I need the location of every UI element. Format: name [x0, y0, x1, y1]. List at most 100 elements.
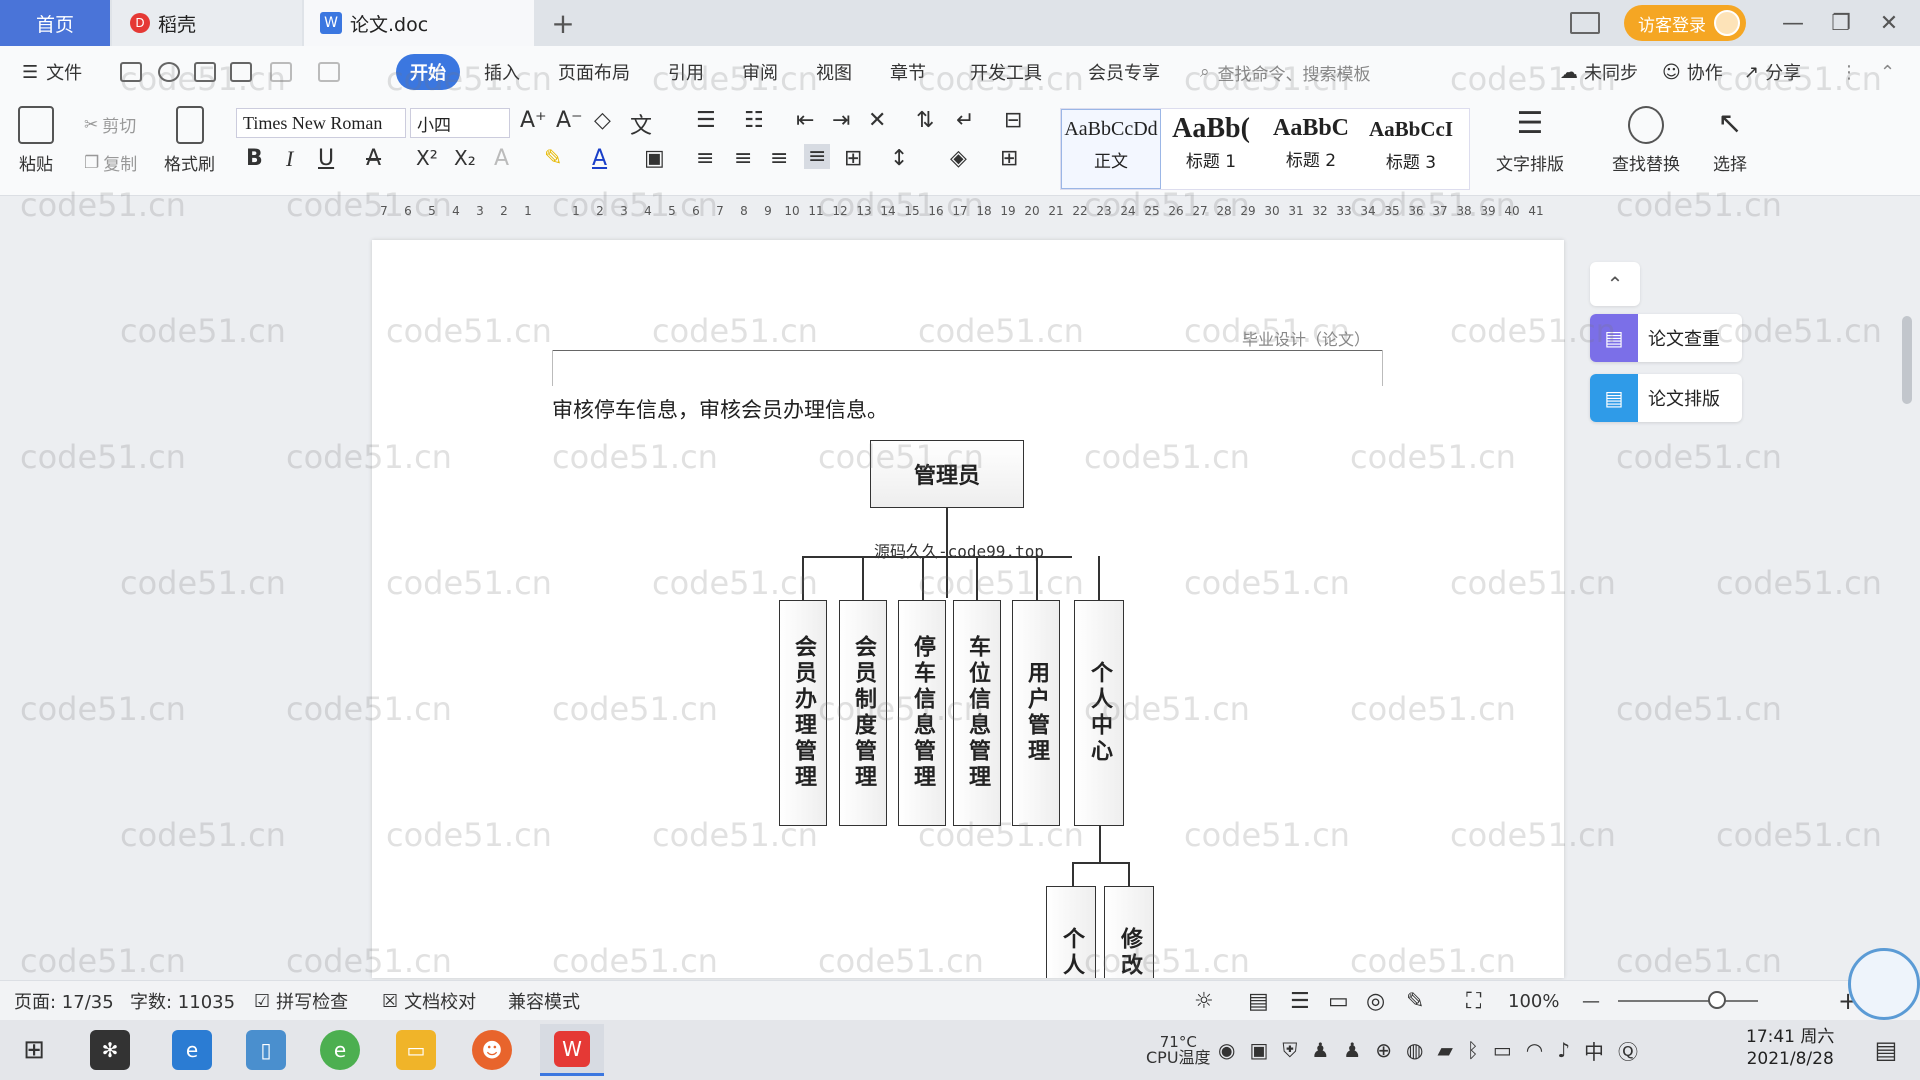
justify-icon[interactable]: ≡	[804, 144, 831, 169]
phonetic-guide-icon[interactable]: 文	[630, 108, 652, 140]
web-view-icon[interactable]: ◎	[1366, 981, 1385, 1021]
word-count[interactable]: 字数: 11035	[130, 981, 235, 1021]
fit-page-icon[interactable]: ⛶	[1466, 981, 1481, 1021]
volume-icon[interactable]: ♪	[1557, 1038, 1570, 1062]
select-button[interactable]: ↖ 选择	[1712, 106, 1748, 175]
collapse-ribbon-icon[interactable]: ⌃	[1880, 54, 1895, 90]
menu-chapter[interactable]: 章节	[890, 54, 926, 90]
diagram-node-member-rules[interactable]: 会员制度管理	[839, 600, 887, 826]
menu-member[interactable]: 会员专享	[1088, 54, 1160, 90]
notebook-app-icon[interactable]: ▯	[246, 1030, 286, 1070]
shrink-font-icon[interactable]: A⁻	[556, 108, 583, 133]
nvidia-icon[interactable]: ▰	[1437, 1038, 1452, 1062]
grow-font-icon[interactable]: A⁺	[520, 108, 547, 133]
file-explorer-icon[interactable]: ▭	[396, 1030, 436, 1070]
wifi-icon[interactable]: ◠	[1526, 1038, 1543, 1062]
tab-document[interactable]: W 论文.doc	[304, 0, 534, 46]
tab-home[interactable]: 首页	[0, 0, 110, 46]
distribute-icon[interactable]: ⊞	[844, 146, 862, 171]
close-button[interactable]: ✕	[1868, 11, 1910, 36]
menu-layout[interactable]: 页面布局	[558, 54, 630, 90]
text-effect-icon[interactable]: A	[494, 146, 509, 171]
diagram-node-user-mgmt[interactable]: 用户管理	[1012, 600, 1060, 826]
diagram-node-member-apply[interactable]: 会员办理管理	[779, 600, 827, 826]
shading-icon[interactable]: ◈	[950, 146, 967, 171]
eye-protect-icon[interactable]: ☼	[1194, 981, 1214, 1021]
qq-icon[interactable]: ♟	[1343, 1038, 1361, 1062]
decrease-indent-icon[interactable]: ⇤	[796, 108, 814, 133]
share-button[interactable]: ↗ 分享	[1744, 54, 1801, 90]
page-view-icon[interactable]: ▤	[1248, 981, 1269, 1021]
diagram-root-node[interactable]: 管理员	[870, 440, 1024, 508]
bluetooth-icon[interactable]: ᛒ	[1467, 1038, 1479, 1062]
minimize-button[interactable]: —	[1772, 11, 1814, 36]
highlight-icon[interactable]: ✎	[544, 146, 562, 171]
font-size-select[interactable]: 小四	[410, 108, 510, 138]
redo-icon[interactable]	[318, 62, 340, 82]
document-page[interactable]: 毕业设计（论文） 审核停车信息，审核会员办理信息。 管理员 源码久久-code9…	[372, 240, 1564, 978]
sync-button[interactable]: ☁ 未同步	[1560, 54, 1638, 90]
assistant-float-ball[interactable]	[1848, 948, 1920, 1020]
chinese-layout-icon[interactable]: ✕	[868, 108, 886, 133]
zoom-slider[interactable]	[1618, 1000, 1758, 1002]
subscript-button[interactable]: X₂	[454, 146, 476, 170]
line-spacing-icon[interactable]: ↕	[890, 146, 908, 171]
align-right-icon[interactable]: ≡	[770, 146, 788, 171]
doc-proof-button[interactable]: ☒ 文档校对	[382, 981, 476, 1021]
menu-insert[interactable]: 插入	[484, 54, 520, 90]
qq-icon[interactable]: ♟	[1311, 1038, 1329, 1062]
layout-switch-icon[interactable]	[1570, 12, 1600, 34]
tab-daoke[interactable]: D 稻壳	[112, 0, 302, 46]
horizontal-ruler[interactable]: 7 6 5 4 3 2 1 1 2 3 4 5 6 7 8 9 10 11 12 13 14 15 16 17 18 19 20 21…	[372, 198, 1562, 224]
side-panel-collapse-button[interactable]: ⌃	[1590, 262, 1640, 306]
tray-plus-icon[interactable]: ⊕	[1375, 1038, 1392, 1062]
align-left-icon[interactable]: ≡	[696, 146, 714, 171]
diagram-node-parking-info[interactable]: 停车信息管理	[898, 600, 946, 826]
borders-icon[interactable]: ⊞	[1000, 146, 1018, 171]
menu-start[interactable]: 开始	[396, 54, 460, 90]
italic-button[interactable]: I	[286, 146, 293, 172]
strikethrough-icon[interactable]: A	[366, 146, 381, 171]
text-layout-button[interactable]: ☰ 文字排版	[1496, 106, 1564, 175]
collab-button[interactable]: ☺ 协作	[1662, 54, 1723, 90]
notification-icon[interactable]: ▤	[1866, 1030, 1906, 1070]
menu-reference[interactable]: 引用	[668, 54, 704, 90]
zoom-slider-handle[interactable]	[1708, 991, 1726, 1009]
print-preview-icon[interactable]	[230, 62, 252, 82]
show-marks-icon[interactable]: ↵	[956, 108, 974, 133]
menu-review[interactable]: 审阅	[742, 54, 778, 90]
increase-indent-icon[interactable]: ⇥	[832, 108, 850, 133]
browser-360-icon[interactable]: e	[320, 1030, 360, 1070]
cpu-temp-widget[interactable]: 71°C CPU温度	[1146, 1020, 1211, 1080]
paste-button[interactable]: 粘贴	[18, 106, 54, 175]
style-heading-3[interactable]: AaBbCcI 标题 3	[1361, 109, 1461, 189]
body-paragraph[interactable]: 审核停车信息，审核会员办理信息。	[552, 394, 888, 424]
command-search[interactable]: ⌕ 查找命令、搜索模板	[1200, 54, 1371, 90]
battery-icon[interactable]: ▭	[1493, 1038, 1512, 1062]
tray-app-icon[interactable]: ◍	[1406, 1038, 1423, 1062]
scrollbar-thumb[interactable]	[1902, 316, 1912, 404]
diagram-node-personal-info[interactable]: 个人	[1046, 886, 1096, 978]
wps-taskbar-button[interactable]: W	[540, 1024, 604, 1076]
tray-app-icon[interactable]: ◉	[1218, 1038, 1235, 1062]
tab-stop-icon[interactable]: ⊟	[1004, 108, 1022, 133]
align-center-icon[interactable]: ≡	[734, 146, 752, 171]
read-view-icon[interactable]: ▭	[1328, 981, 1349, 1021]
clear-format-icon[interactable]: ◇	[594, 108, 611, 133]
bullet-list-icon[interactable]: ☰	[696, 108, 716, 133]
style-normal[interactable]: AaBbCcDd 正文	[1061, 109, 1161, 189]
page-indicator[interactable]: 页面: 17/35	[14, 981, 114, 1021]
font-family-select[interactable]: Times New Roman	[236, 108, 406, 138]
undo-icon[interactable]	[270, 62, 292, 82]
sort-icon[interactable]: ⇅	[916, 108, 934, 133]
menu-file[interactable]: ☰ 文件	[22, 54, 82, 90]
save-icon[interactable]	[120, 62, 142, 82]
bold-button[interactable]: B	[246, 146, 263, 171]
tray-app-icon[interactable]: ▣	[1249, 1038, 1268, 1062]
font-color-icon[interactable]: A	[592, 146, 607, 171]
fan-app-icon[interactable]: ✻	[90, 1030, 130, 1070]
diagram-node-personal-center[interactable]: 个人中心	[1074, 600, 1124, 826]
plagiarism-check-button[interactable]: ▤ 论文查重	[1590, 314, 1742, 362]
ie-browser-icon[interactable]: e	[172, 1030, 212, 1070]
game-app-icon[interactable]: ☻	[472, 1030, 512, 1070]
